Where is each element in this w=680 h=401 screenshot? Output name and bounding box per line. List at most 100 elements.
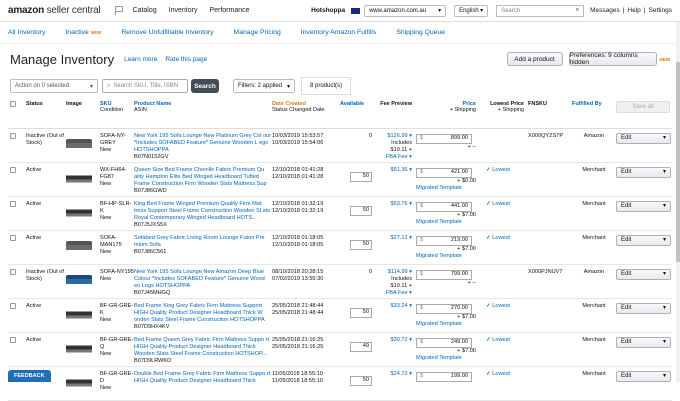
add-product-button[interactable]: Add a product xyxy=(506,52,563,66)
row-checkbox[interactable] xyxy=(10,234,16,241)
tab-inactive[interactable]: Inactive NEW xyxy=(65,29,101,36)
price-input[interactable]: $899.00 xyxy=(416,133,472,144)
fba-fee-link[interactable]: FBA Fee ▾ xyxy=(376,154,412,161)
seller-central-logo[interactable]: amazon seller central xyxy=(8,5,101,16)
lowest-price-link[interactable]: Lowest xyxy=(492,337,510,343)
available-qty-input[interactable]: 50 xyxy=(350,205,372,216)
col-available[interactable]: Available xyxy=(340,98,376,128)
edit-button[interactable]: Edit ▾ xyxy=(616,268,671,280)
col-fulfilled-by[interactable]: Fulfilled By xyxy=(572,98,616,128)
price-input[interactable]: $219.00 xyxy=(416,235,472,246)
edit-button[interactable]: Edit ▾ xyxy=(616,302,671,314)
row-checkbox[interactable] xyxy=(10,200,16,207)
nav-inventory[interactable]: Inventory xyxy=(169,7,198,14)
search-button[interactable]: Search xyxy=(191,79,219,93)
row-checkbox[interactable] xyxy=(10,336,16,343)
migrated-template-link[interactable]: Migrated Template xyxy=(416,219,486,226)
settings-link[interactable]: Settings xyxy=(649,7,673,14)
available-qty-input[interactable]: 50 xyxy=(350,239,372,250)
edit-button[interactable]: Edit ▾ xyxy=(616,132,671,144)
preferences-button[interactable]: Preferences: 9 columns hidden xyxy=(568,52,657,66)
col-price[interactable]: Price + Shipping xyxy=(416,98,486,128)
migrated-template-link[interactable]: Migrated Template xyxy=(416,321,486,328)
filters-select[interactable]: Filters: 2 applied ▾ xyxy=(233,79,295,93)
lowest-price-link[interactable]: Lowest xyxy=(492,201,510,207)
product-thumbnail[interactable] xyxy=(66,376,92,389)
lowest-price-link[interactable]: Lowest xyxy=(492,371,510,377)
edit-button[interactable]: Edit ▾ xyxy=(616,370,671,382)
edit-button[interactable]: Edit ▾ xyxy=(616,166,671,178)
product-thumbnail[interactable] xyxy=(66,206,92,219)
edit-button[interactable]: Edit ▾ xyxy=(616,200,671,212)
learn-more-link[interactable]: Learn more xyxy=(124,56,157,63)
feedback-button[interactable]: FEEDBACK xyxy=(8,370,51,382)
fee-preview-link[interactable]: $30.72 ▾ xyxy=(376,337,412,344)
nav-performance[interactable]: Performance xyxy=(209,7,249,14)
fee-preview-link[interactable]: $51.36 ▾ xyxy=(376,167,412,174)
price-input[interactable]: $249.00 xyxy=(416,337,472,348)
product-title-link[interactable]: Double Bed Frame Grey Fabric Firm Mattre… xyxy=(134,371,272,385)
fee-preview-link[interactable]: $24.72 ▾ xyxy=(376,371,412,378)
migrated-template-link[interactable]: Migrated Template xyxy=(416,185,486,192)
fee-preview-link[interactable]: $114.99 ▾ xyxy=(376,269,412,276)
row-checkbox[interactable] xyxy=(10,268,16,275)
product-thumbnail[interactable] xyxy=(66,342,92,355)
product-title-link[interactable]: New York 195 Sofa Lounge New Platinum Gr… xyxy=(134,133,272,154)
search-icon[interactable]: ⌕ xyxy=(576,7,579,14)
available-qty-input[interactable]: 50 xyxy=(350,375,372,386)
rate-page-link[interactable]: Rate this page xyxy=(165,56,207,63)
messages-link[interactable]: Messages xyxy=(590,7,620,14)
product-thumbnail[interactable] xyxy=(66,274,92,287)
tab-all-inventory[interactable]: All Inventory xyxy=(8,29,45,36)
flag-icon[interactable] xyxy=(114,6,123,15)
page-scrollbar[interactable] xyxy=(676,22,680,382)
fba-fee-link[interactable]: FBA Fee ▾ xyxy=(376,290,412,297)
row-checkbox[interactable] xyxy=(10,132,16,139)
select-all-checkbox[interactable] xyxy=(10,101,16,107)
nav-catalog[interactable]: Catalog xyxy=(133,7,157,14)
available-qty-input[interactable]: 50 xyxy=(350,171,372,182)
row-checkbox[interactable] xyxy=(10,302,16,309)
price-input[interactable]: $441.00 xyxy=(416,201,472,212)
product-thumbnail[interactable] xyxy=(66,172,92,185)
global-search-input[interactable]: Search ⌕ xyxy=(496,4,585,17)
col-product-name[interactable]: Product Name ASIN xyxy=(134,98,272,128)
fee-preview-link[interactable]: $33.24 ▾ xyxy=(376,303,412,310)
price-input[interactable]: $421.00 xyxy=(416,167,472,178)
product-title-link[interactable]: Queen Size Bed Frame Chenille Fabric Pre… xyxy=(134,167,272,188)
fee-preview-link[interactable]: $53.76 ▾ xyxy=(376,201,412,208)
product-thumbnail[interactable] xyxy=(66,308,92,321)
marketplace-select[interactable]: www.amazon.com.au ▾ xyxy=(364,4,447,17)
product-title-link[interactable]: Sofabed Grey Fabric Living Room Lounge F… xyxy=(134,235,272,249)
lowest-price-link[interactable]: Lowest xyxy=(492,167,510,173)
language-select[interactable]: English ▾ xyxy=(454,4,489,17)
price-input[interactable]: $199.00 xyxy=(416,371,472,382)
product-thumbnail[interactable] xyxy=(66,138,92,151)
price-input[interactable]: $270.00 xyxy=(416,303,472,314)
col-status[interactable]: Status xyxy=(26,98,66,128)
lowest-price-link[interactable]: Lowest xyxy=(492,303,510,309)
edit-button[interactable]: Edit ▾ xyxy=(616,234,671,246)
col-sku[interactable]: SKU Condition xyxy=(100,98,134,128)
tab-shipping-queue[interactable]: Shipping Queue xyxy=(396,29,445,36)
col-date-created[interactable]: Date Created Status Changed Date xyxy=(272,98,340,128)
inventory-search-input[interactable]: ⌕ Search SKU, Title, ISBN xyxy=(102,79,188,93)
product-title-link[interactable]: Bed Frame King Grey Fabric Firm Mattress… xyxy=(134,303,272,324)
fee-preview-link[interactable]: $27.12 ▾ xyxy=(376,235,412,242)
bulk-action-select[interactable]: Action on 0 selected ▾ xyxy=(10,79,98,93)
fee-preview-link[interactable]: $126.99 ▾ xyxy=(376,133,412,140)
tab-remove-unfulfillable[interactable]: Remove Unfulfillable Inventory xyxy=(121,29,213,36)
lowest-price-link[interactable]: Lowest xyxy=(492,235,510,241)
product-title-link[interactable]: King Bed Frame Winged Premium Quality Fi… xyxy=(134,201,272,222)
row-checkbox[interactable] xyxy=(10,166,16,173)
available-qty-input[interactable]: 49 xyxy=(350,341,372,352)
product-thumbnail[interactable] xyxy=(66,240,92,253)
migrated-template-link[interactable]: Migrated Template xyxy=(416,253,486,260)
available-qty-input[interactable]: 50 xyxy=(350,307,372,318)
tab-manage-pricing[interactable]: Manage Pricing xyxy=(234,29,281,36)
help-link[interactable]: Help xyxy=(627,7,640,14)
migrated-template-link[interactable]: Migrated Template xyxy=(416,355,486,362)
price-input[interactable]: $799.00 xyxy=(416,269,472,280)
edit-button[interactable]: Edit ▾ xyxy=(616,336,671,348)
store-name[interactable]: Hotshoppa xyxy=(311,7,345,14)
